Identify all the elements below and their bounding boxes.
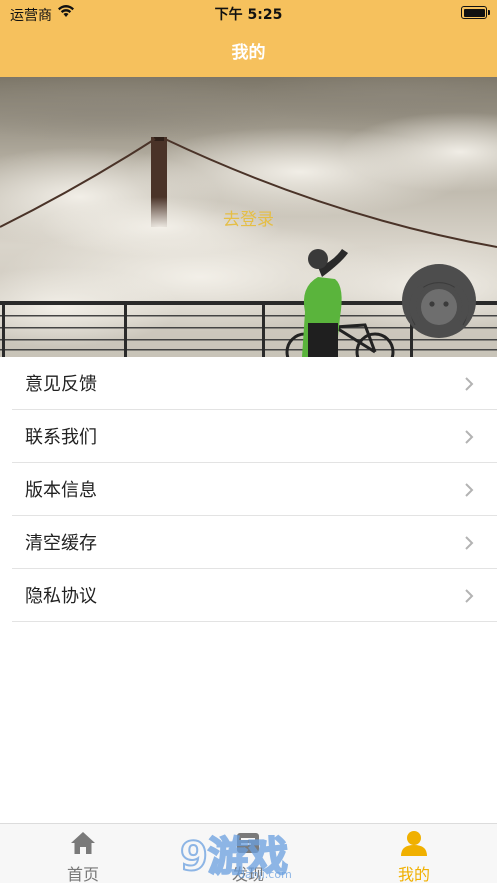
- menu-item-label: 版本信息: [25, 480, 97, 501]
- header: 运营商 下午 5:25 我的: [0, 0, 497, 77]
- watermark-subtext: danji.com: [238, 868, 292, 880]
- menu-item-feedback[interactable]: 意见反馈: [12, 357, 497, 410]
- status-bar: 运营商 下午 5:25: [0, 0, 497, 26]
- person-icon: [401, 831, 427, 856]
- clock: 下午 5:25: [214, 7, 283, 23]
- tab-home[interactable]: 首页: [33, 824, 133, 883]
- profile-banner: 去登录: [0, 77, 497, 357]
- menu-item-contact-us[interactable]: 联系我们: [12, 410, 497, 463]
- tab-label: 我的: [397, 865, 430, 883]
- battery-icon: [461, 6, 490, 19]
- avatar-placeholder-icon[interactable]: [401, 263, 477, 339]
- chevron-right-icon: [465, 483, 474, 497]
- menu-item-label: 意见反馈: [25, 374, 97, 395]
- menu-item-clear-cache[interactable]: 清空缓存: [12, 516, 497, 569]
- chevron-right-icon: [465, 377, 474, 391]
- page-title: 我的: [231, 43, 266, 63]
- chevron-right-icon: [465, 536, 474, 550]
- chevron-right-icon: [465, 430, 474, 444]
- menu-item-privacy-policy[interactable]: 隐私协议: [12, 569, 497, 622]
- home-icon: [71, 832, 95, 854]
- tab-label: 首页: [66, 865, 99, 883]
- tab-mine[interactable]: 我的: [364, 824, 464, 883]
- menu-item-label: 清空缓存: [25, 533, 97, 554]
- menu-item-label: 隐私协议: [25, 586, 97, 607]
- chevron-right-icon: [465, 589, 474, 603]
- watermark-logo: 9游戏 danji.com: [180, 833, 292, 880]
- settings-menu: 意见反馈 联系我们 版本信息 清空缓存 隐私协议: [0, 357, 497, 622]
- login-link[interactable]: 去登录: [0, 205, 497, 230]
- menu-item-version-info[interactable]: 版本信息: [12, 463, 497, 516]
- menu-item-label: 联系我们: [25, 427, 97, 448]
